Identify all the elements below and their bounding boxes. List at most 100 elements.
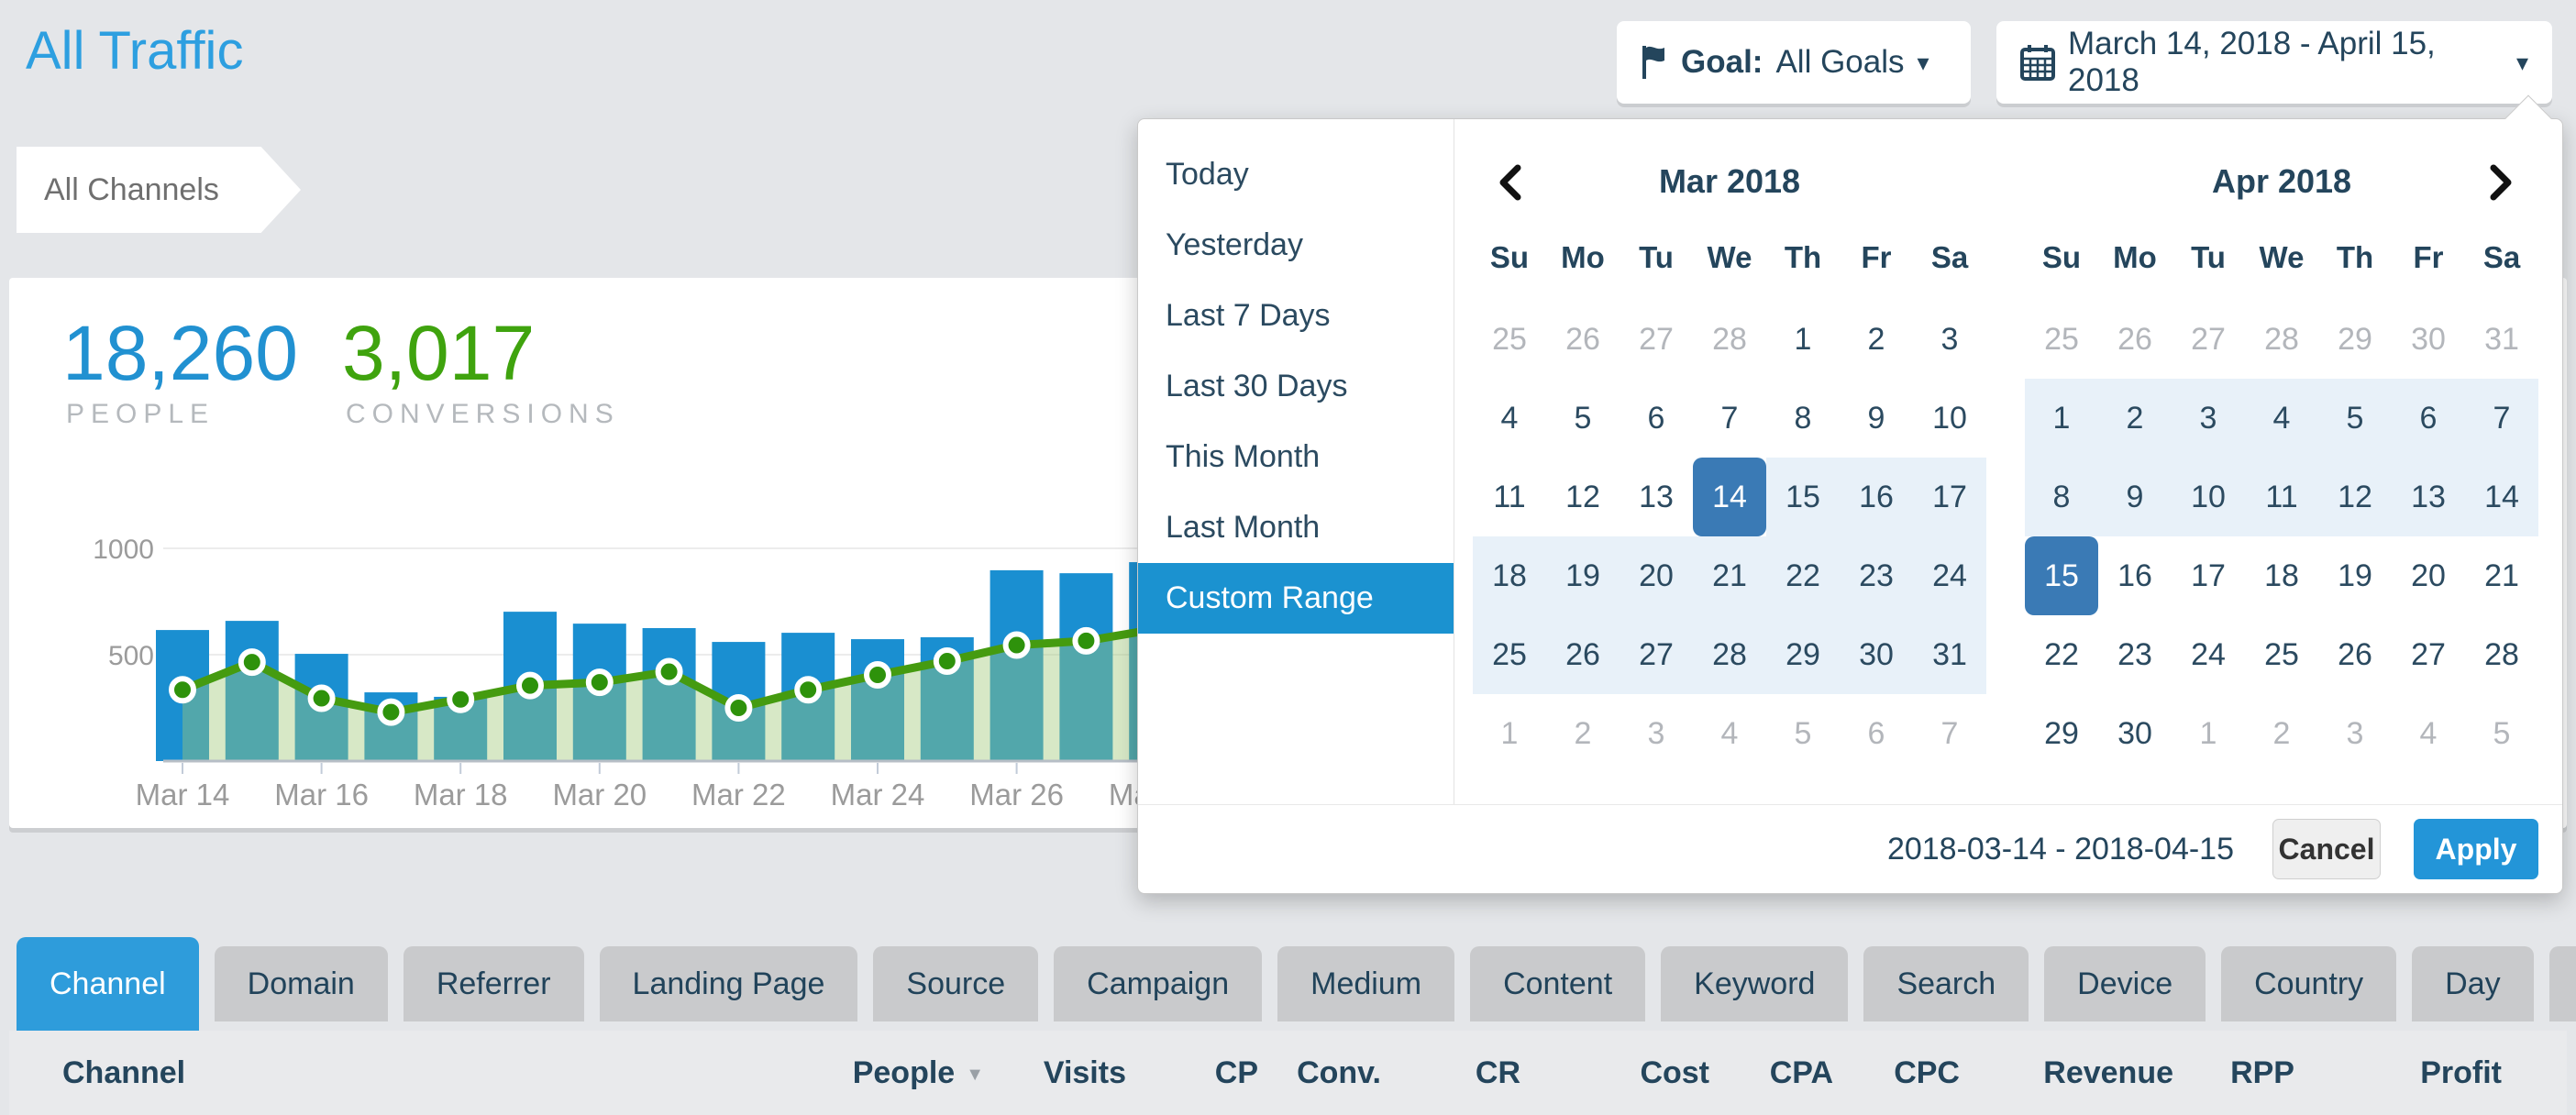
day-cell[interactable]: 12 [1546,458,1620,536]
preset-last-30-days[interactable]: Last 30 Days [1138,351,1454,422]
tab-domain[interactable]: Domain [215,946,388,1021]
day-cell[interactable]: 29 [2025,694,2098,773]
day-cell[interactable]: 1 [1766,300,1840,379]
day-cell[interactable]: 28 [2245,300,2318,379]
preset-last-month[interactable]: Last Month [1138,492,1454,563]
tab-medium[interactable]: Medium [1277,946,1454,1021]
day-cell[interactable]: 13 [1620,458,1693,536]
date-range-button[interactable]: March 14, 2018 - April 15, 2018 ▾ [1996,21,2552,104]
day-cell[interactable]: 21 [1693,536,1766,615]
column-header-conv[interactable]: Conv. [1297,1031,1381,1115]
day-cell[interactable]: 29 [1766,615,1840,694]
apply-button[interactable]: Apply [2414,819,2538,879]
preset-today[interactable]: Today [1138,139,1454,210]
day-cell[interactable]: 8 [1766,379,1840,458]
tab-campaign[interactable]: Campaign [1054,946,1262,1021]
preset-yesterday[interactable]: Yesterday [1138,210,1454,281]
day-cell[interactable]: 11 [2245,458,2318,536]
day-cell[interactable]: 26 [1546,300,1620,379]
day-cell[interactable]: 5 [1546,379,1620,458]
column-header-cp[interactable]: CP [1215,1031,1258,1115]
day-cell[interactable]: 2 [2098,379,2172,458]
day-cell[interactable]: 2 [1840,300,1913,379]
column-header-rpp[interactable]: RPP [2230,1031,2294,1115]
day-cell[interactable]: 20 [1620,536,1693,615]
day-cell[interactable]: 28 [2465,615,2538,694]
column-header-cr[interactable]: CR [1476,1031,1520,1115]
day-cell[interactable]: 27 [1620,615,1693,694]
day-cell[interactable]: 27 [2392,615,2465,694]
day-cell[interactable]: 19 [1546,536,1620,615]
day-cell[interactable]: 4 [1693,694,1766,773]
day-cell[interactable]: 14 [2465,458,2538,536]
tab-keyword[interactable]: Keyword [1661,946,1848,1021]
column-header-cpa[interactable]: CPA [1770,1031,1833,1115]
day-cell[interactable]: 8 [2025,458,2098,536]
day-cell[interactable]: 26 [2318,615,2392,694]
day-cell[interactable]: 30 [1840,615,1913,694]
tab-country[interactable]: Country [2221,946,2396,1021]
day-cell[interactable]: 11 [1473,458,1546,536]
day-cell[interactable]: 28 [1693,300,1766,379]
cancel-button[interactable]: Cancel [2272,819,2381,879]
day-cell[interactable]: 17 [2172,536,2245,615]
day-cell[interactable]: 7 [1913,694,1986,773]
day-cell[interactable]: 26 [2098,300,2172,379]
day-cell[interactable]: 4 [2245,379,2318,458]
day-cell[interactable]: 10 [1913,379,1986,458]
day-cell-selected[interactable]: 15 [2025,536,2098,615]
day-cell[interactable]: 5 [2465,694,2538,773]
day-cell[interactable]: 4 [1473,379,1546,458]
day-cell[interactable]: 25 [2025,300,2098,379]
day-cell[interactable]: 1 [2172,694,2245,773]
tab-day[interactable]: Day [2412,946,2533,1021]
day-cell[interactable]: 20 [2392,536,2465,615]
day-cell[interactable]: 9 [2098,458,2172,536]
day-cell[interactable]: 18 [2245,536,2318,615]
day-cell[interactable]: 12 [2318,458,2392,536]
day-cell[interactable]: 25 [1473,300,1546,379]
goal-dropdown-button[interactable]: Goal: All Goals ▾ [1617,21,1971,104]
day-cell[interactable]: 26 [1546,615,1620,694]
column-header-profit[interactable]: Profit [2420,1031,2502,1115]
day-cell[interactable]: 28 [1693,615,1766,694]
tab-search[interactable]: Search [1863,946,2029,1021]
day-cell[interactable]: 4 [2392,694,2465,773]
day-cell[interactable]: 3 [2172,379,2245,458]
day-cell[interactable]: 6 [1840,694,1913,773]
day-cell[interactable]: 3 [1620,694,1693,773]
day-cell[interactable]: 25 [2245,615,2318,694]
tab-landing-page[interactable]: Landing Page [600,946,858,1021]
day-cell[interactable]: 3 [2318,694,2392,773]
day-cell[interactable]: 15 [1766,458,1840,536]
day-cell[interactable]: 30 [2392,300,2465,379]
preset-this-month[interactable]: This Month [1138,422,1454,492]
column-header-cost[interactable]: Cost [1640,1031,1709,1115]
tab-device[interactable]: Device [2044,946,2206,1021]
day-cell[interactable]: 31 [1913,615,1986,694]
day-cell[interactable]: 24 [2172,615,2245,694]
day-cell[interactable]: 6 [2392,379,2465,458]
column-header-revenue[interactable]: Revenue [2043,1031,2173,1115]
day-cell[interactable]: 27 [2172,300,2245,379]
day-cell[interactable]: 18 [1473,536,1546,615]
tab-referrer[interactable]: Referrer [404,946,584,1021]
day-cell[interactable]: 5 [1766,694,1840,773]
day-cell[interactable]: 16 [1840,458,1913,536]
column-header-cpc[interactable]: CPC [1894,1031,1960,1115]
day-cell[interactable]: 31 [2465,300,2538,379]
day-cell[interactable]: 10 [2172,458,2245,536]
day-cell[interactable]: 1 [1473,694,1546,773]
tab-hour[interactable]: Hour [2549,946,2576,1021]
day-cell[interactable]: 3 [1913,300,1986,379]
day-cell[interactable]: 27 [1620,300,1693,379]
day-cell[interactable]: 23 [1840,536,1913,615]
day-cell[interactable]: 7 [2465,379,2538,458]
day-cell[interactable]: 22 [1766,536,1840,615]
tab-source[interactable]: Source [873,946,1038,1021]
breadcrumb-all-channels[interactable]: All Channels [17,147,301,233]
day-cell[interactable]: 16 [2098,536,2172,615]
day-cell[interactable]: 23 [2098,615,2172,694]
day-cell[interactable]: 22 [2025,615,2098,694]
day-cell[interactable]: 6 [1620,379,1693,458]
